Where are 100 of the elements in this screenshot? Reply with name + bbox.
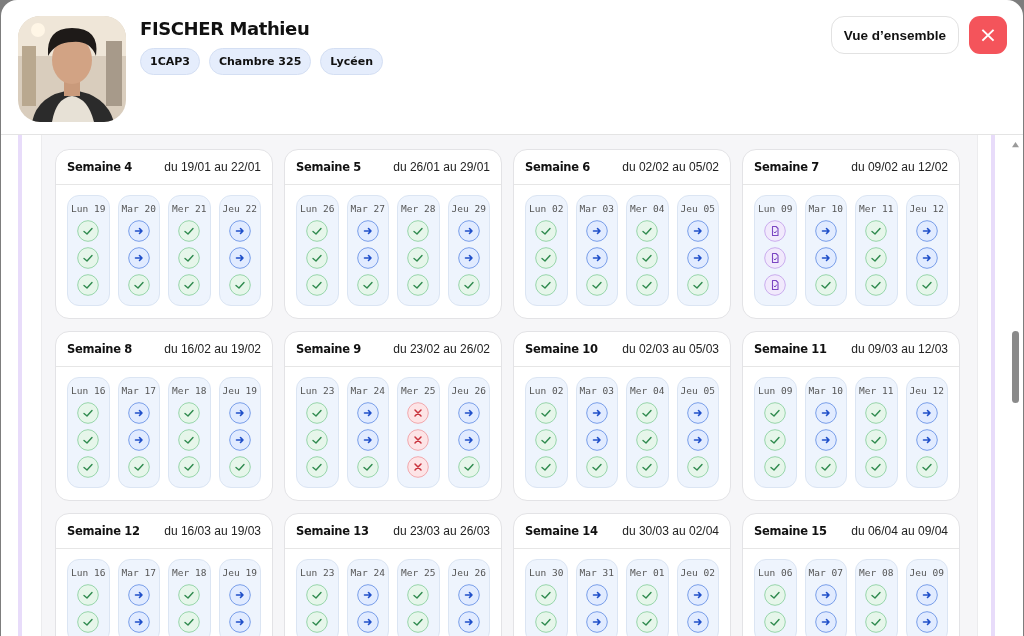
check-icon[interactable]: [178, 611, 201, 633]
check-icon[interactable]: [306, 429, 329, 451]
check-icon[interactable]: [814, 274, 837, 296]
arrow-right-icon[interactable]: [356, 429, 379, 451]
check-icon[interactable]: [306, 611, 329, 633]
check-icon[interactable]: [178, 247, 201, 269]
check-icon[interactable]: [865, 220, 888, 242]
check-icon[interactable]: [636, 611, 659, 633]
check-icon[interactable]: [127, 456, 150, 478]
arrow-right-icon[interactable]: [228, 247, 251, 269]
check-icon[interactable]: [228, 274, 251, 296]
arrow-right-icon[interactable]: [127, 402, 150, 424]
arrow-right-icon[interactable]: [915, 247, 938, 269]
check-icon[interactable]: [127, 274, 150, 296]
arrow-right-icon[interactable]: [915, 402, 938, 424]
check-icon[interactable]: [865, 274, 888, 296]
check-icon[interactable]: [535, 456, 558, 478]
check-icon[interactable]: [686, 456, 709, 478]
arrow-right-icon[interactable]: [585, 429, 608, 451]
arrow-right-icon[interactable]: [585, 402, 608, 424]
arrow-right-icon[interactable]: [686, 429, 709, 451]
check-icon[interactable]: [636, 456, 659, 478]
arrow-right-icon[interactable]: [127, 429, 150, 451]
check-icon[interactable]: [865, 611, 888, 633]
check-icon[interactable]: [636, 584, 659, 606]
arrow-right-icon[interactable]: [686, 247, 709, 269]
check-icon[interactable]: [178, 584, 201, 606]
arrow-right-icon[interactable]: [228, 220, 251, 242]
check-icon[interactable]: [764, 402, 787, 424]
arrow-right-icon[interactable]: [814, 220, 837, 242]
arrow-right-icon[interactable]: [814, 402, 837, 424]
arrow-right-icon[interactable]: [457, 220, 480, 242]
scroll-up-icon[interactable]: [1011, 141, 1020, 148]
check-icon[interactable]: [77, 402, 100, 424]
arrow-right-icon[interactable]: [686, 611, 709, 633]
arrow-right-icon[interactable]: [356, 611, 379, 633]
check-icon[interactable]: [865, 456, 888, 478]
check-icon[interactable]: [77, 456, 100, 478]
check-icon[interactable]: [764, 584, 787, 606]
check-icon[interactable]: [306, 274, 329, 296]
check-icon[interactable]: [228, 456, 251, 478]
arrow-right-icon[interactable]: [228, 402, 251, 424]
check-icon[interactable]: [77, 584, 100, 606]
arrow-right-icon[interactable]: [686, 220, 709, 242]
arrow-right-icon[interactable]: [915, 584, 938, 606]
arrow-right-icon[interactable]: [457, 247, 480, 269]
arrow-right-icon[interactable]: [356, 247, 379, 269]
check-icon[interactable]: [764, 429, 787, 451]
check-icon[interactable]: [915, 274, 938, 296]
arrow-right-icon[interactable]: [585, 247, 608, 269]
arrow-right-icon[interactable]: [814, 611, 837, 633]
check-icon[interactable]: [636, 402, 659, 424]
check-icon[interactable]: [407, 274, 430, 296]
check-icon[interactable]: [306, 584, 329, 606]
arrow-right-icon[interactable]: [585, 611, 608, 633]
arrow-right-icon[interactable]: [127, 584, 150, 606]
arrow-right-icon[interactable]: [127, 247, 150, 269]
arrow-right-icon[interactable]: [228, 429, 251, 451]
arrow-right-icon[interactable]: [585, 220, 608, 242]
check-icon[interactable]: [457, 456, 480, 478]
check-icon[interactable]: [535, 402, 558, 424]
check-icon[interactable]: [636, 220, 659, 242]
document-icon[interactable]: [764, 247, 787, 269]
check-icon[interactable]: [407, 247, 430, 269]
check-icon[interactable]: [636, 274, 659, 296]
check-icon[interactable]: [407, 584, 430, 606]
arrow-right-icon[interactable]: [814, 429, 837, 451]
arrow-right-icon[interactable]: [356, 402, 379, 424]
document-icon[interactable]: [764, 220, 787, 242]
cross-icon[interactable]: [407, 429, 430, 451]
check-icon[interactable]: [535, 429, 558, 451]
arrow-right-icon[interactable]: [814, 584, 837, 606]
arrow-right-icon[interactable]: [915, 429, 938, 451]
check-icon[interactable]: [356, 274, 379, 296]
check-icon[interactable]: [77, 274, 100, 296]
check-icon[interactable]: [535, 584, 558, 606]
arrow-right-icon[interactable]: [457, 402, 480, 424]
arrow-right-icon[interactable]: [686, 402, 709, 424]
check-icon[interactable]: [77, 247, 100, 269]
arrow-right-icon[interactable]: [686, 584, 709, 606]
check-icon[interactable]: [865, 584, 888, 606]
check-icon[interactable]: [178, 274, 201, 296]
arrow-right-icon[interactable]: [814, 247, 837, 269]
check-icon[interactable]: [535, 247, 558, 269]
check-icon[interactable]: [764, 611, 787, 633]
check-icon[interactable]: [686, 274, 709, 296]
check-icon[interactable]: [407, 220, 430, 242]
check-icon[interactable]: [407, 611, 430, 633]
check-icon[interactable]: [535, 274, 558, 296]
check-icon[interactable]: [306, 220, 329, 242]
check-icon[interactable]: [636, 429, 659, 451]
check-icon[interactable]: [178, 220, 201, 242]
check-icon[interactable]: [178, 429, 201, 451]
arrow-right-icon[interactable]: [457, 429, 480, 451]
check-icon[interactable]: [77, 220, 100, 242]
arrow-right-icon[interactable]: [585, 584, 608, 606]
arrow-right-icon[interactable]: [228, 584, 251, 606]
check-icon[interactable]: [178, 402, 201, 424]
arrow-right-icon[interactable]: [127, 220, 150, 242]
document-icon[interactable]: [764, 274, 787, 296]
